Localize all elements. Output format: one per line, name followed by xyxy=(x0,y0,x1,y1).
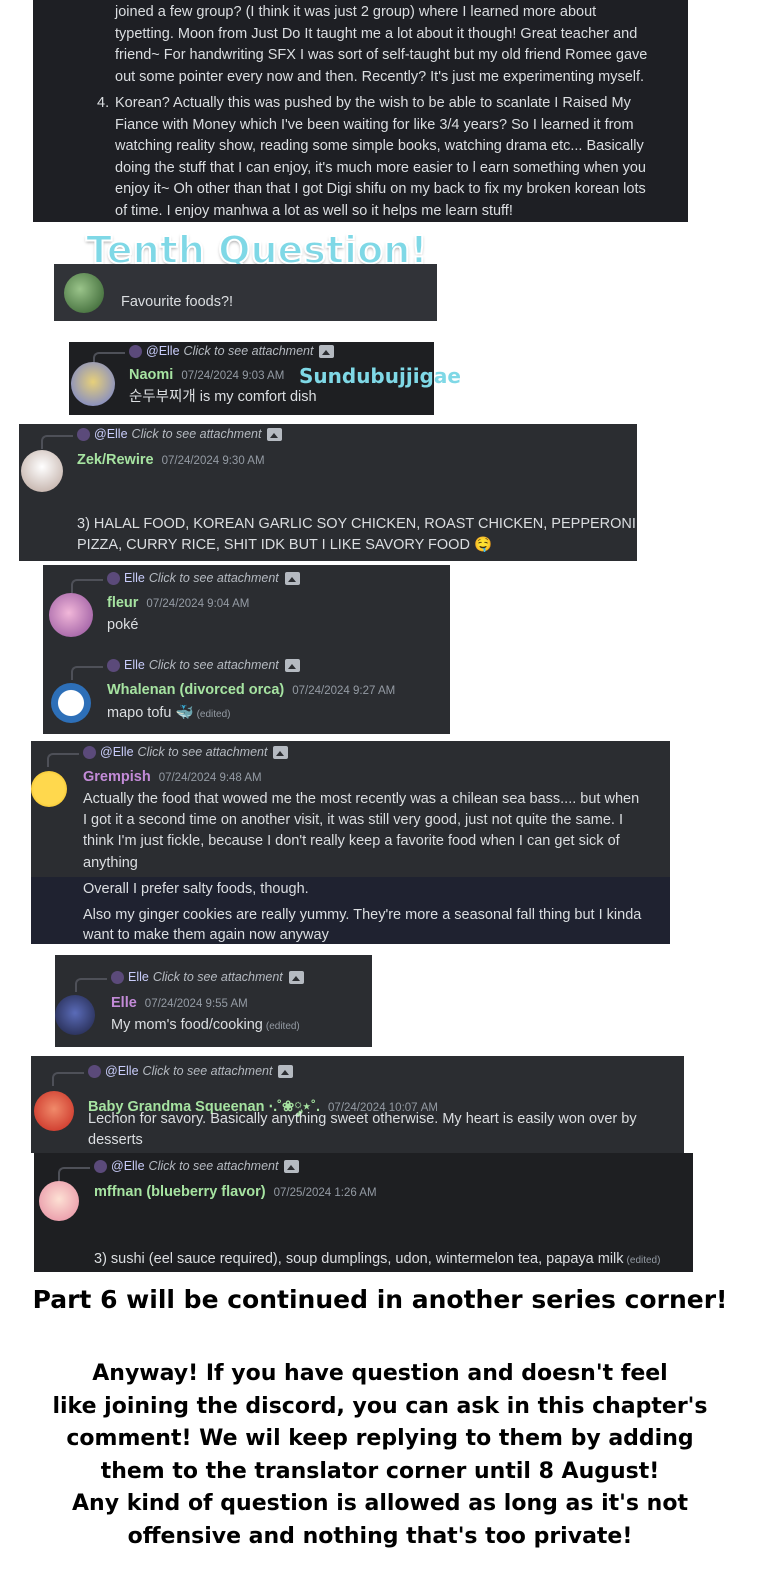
reply-reference[interactable]: @Elle Click to see attachment xyxy=(58,1159,300,1181)
answer-item-3: joined a few group? (I think it was just… xyxy=(115,4,648,85)
message-zek[interactable]: @Elle Click to see attachment Zek/Rewire… xyxy=(19,424,637,561)
image-icon xyxy=(284,571,300,585)
message-text: want to make them again now anyway xyxy=(83,927,329,943)
image-icon xyxy=(284,1159,300,1173)
whalenan-avatar[interactable] xyxy=(51,683,91,723)
timestamp: 07/24/2024 9:27 AM xyxy=(292,685,396,697)
username[interactable]: Elle xyxy=(111,995,137,1011)
image-icon xyxy=(278,1064,294,1078)
message-text: I got it a second time on another visit,… xyxy=(83,812,623,828)
question-message: Favourite foods?! xyxy=(54,264,437,321)
followup-block: Overall I prefer salty foods, though. Al… xyxy=(31,877,670,944)
reply-reference[interactable]: @Elle Click to see attachment xyxy=(41,427,283,449)
timestamp: 07/24/2024 9:48 AM xyxy=(158,772,262,784)
reply-reference[interactable]: @Elle Click to see attachment xyxy=(47,745,289,767)
fleur-avatar[interactable] xyxy=(49,593,93,637)
image-icon xyxy=(284,658,300,672)
reply-reference[interactable]: Elle Click to see attachment xyxy=(75,970,304,992)
image-icon xyxy=(267,427,283,441)
username[interactable]: mffnan (blueberry flavor) xyxy=(94,1184,266,1200)
reply-reference[interactable]: @Elle Click to see attachment xyxy=(93,344,335,366)
edited-label: (edited) xyxy=(265,1021,300,1032)
edited-label: (edited) xyxy=(196,709,231,720)
reply-avatar-icon xyxy=(107,571,120,585)
message-text: Overall I prefer salty foods, though. xyxy=(83,881,309,897)
reply-avatar-icon xyxy=(83,745,96,759)
timestamp: 07/24/2024 9:04 AM xyxy=(146,598,250,610)
frog-avatar-icon xyxy=(64,273,104,313)
message-text: PIZZA, CURRY RICE, SHIT IDK BUT I LIKE S… xyxy=(77,537,493,553)
question-text: Favourite foods?! xyxy=(121,294,234,310)
message-naomi[interactable]: @Elle Click to see attachment Naomi 07/24… xyxy=(69,342,461,415)
message-grempish[interactable]: @Elle Click to see attachment Grempish 07… xyxy=(31,741,670,944)
timestamp: 07/24/2024 9:55 AM xyxy=(144,998,248,1010)
baby-grandma-avatar[interactable] xyxy=(34,1091,74,1131)
message-text: anything xyxy=(83,855,138,871)
message-text: think I'm just fickle, because I don't r… xyxy=(83,833,620,849)
edited-label: (edited) xyxy=(626,1255,661,1266)
answer-number: 4. xyxy=(97,95,110,111)
messages-fleur-whalenan: Elle Click to see attachment fleur 07/24/… xyxy=(43,565,450,734)
image-icon xyxy=(319,344,335,358)
username[interactable]: Zek/Rewire xyxy=(77,452,154,468)
username[interactable]: fleur xyxy=(107,595,138,611)
timestamp: 07/24/2024 9:03 AM xyxy=(181,370,285,382)
closing-note: Anyway! If you have question and doesn't… xyxy=(52,1361,708,1549)
message-text: Lechon for savory. Basically anything sw… xyxy=(88,1111,637,1127)
message-text: desserts xyxy=(88,1132,143,1148)
message-text: poké xyxy=(107,617,139,633)
reply-reference[interactable]: Elle Click to see attachment xyxy=(71,571,300,593)
image-icon xyxy=(288,970,304,984)
reply-avatar-icon xyxy=(94,1159,107,1173)
translation-note: Sundubujjigae xyxy=(299,364,461,388)
mffnan-avatar[interactable] xyxy=(39,1181,79,1221)
message-text: My mom's food/cooking xyxy=(111,1017,263,1033)
username[interactable]: Grempish xyxy=(83,769,151,785)
previous-answers-panel: joined a few group? (I think it was just… xyxy=(33,0,688,222)
message-baby-grandma[interactable]: @Elle Click to see attachment Baby Grand… xyxy=(31,1056,684,1153)
answer-item-4: 4. Korean? Actually this was pushed by t… xyxy=(97,95,646,219)
reply-avatar-icon xyxy=(129,344,142,358)
grempish-avatar[interactable] xyxy=(31,771,67,807)
reply-reference[interactable]: Elle Click to see attachment xyxy=(71,658,300,680)
timestamp: 07/25/2024 1:26 AM xyxy=(273,1187,377,1199)
message-text: Actually the food that wowed me the most… xyxy=(83,791,640,807)
reply-avatar-icon xyxy=(88,1064,101,1078)
message-text: mapo tofu 🐳 xyxy=(107,705,194,721)
message-text: 순두부찌개 is my comfort dish xyxy=(129,389,317,405)
message-text: 3) HALAL FOOD, KOREAN GARLIC SOY CHICKEN… xyxy=(77,516,636,532)
username[interactable]: Naomi xyxy=(129,367,173,383)
message-elle[interactable]: Elle Click to see attachment Elle 07/24/2… xyxy=(55,955,372,1047)
timestamp: 07/24/2024 9:30 AM xyxy=(161,455,265,467)
image-icon xyxy=(273,745,289,759)
reply-reference[interactable]: @Elle Click to see attachment xyxy=(52,1064,294,1086)
continued-notice: Part 6 will be continued in another seri… xyxy=(32,1285,728,1314)
reply-avatar-icon xyxy=(111,970,124,984)
message-text: 3) sushi (eel sauce required), soup dump… xyxy=(94,1251,624,1267)
reply-avatar-icon xyxy=(77,427,90,441)
reply-avatar-icon xyxy=(107,658,120,672)
elle-avatar[interactable] xyxy=(55,995,95,1035)
answers-list: joined a few group? (I think it was just… xyxy=(33,0,688,222)
username[interactable]: Whalenan (divorced orca) xyxy=(107,682,284,698)
zek-avatar[interactable] xyxy=(21,450,63,492)
naomi-avatar[interactable] xyxy=(71,362,115,406)
message-text: Also my ginger cookies are really yummy.… xyxy=(83,907,642,923)
message-mffnan[interactable]: @Elle Click to see attachment mffnan (bl… xyxy=(34,1153,693,1272)
